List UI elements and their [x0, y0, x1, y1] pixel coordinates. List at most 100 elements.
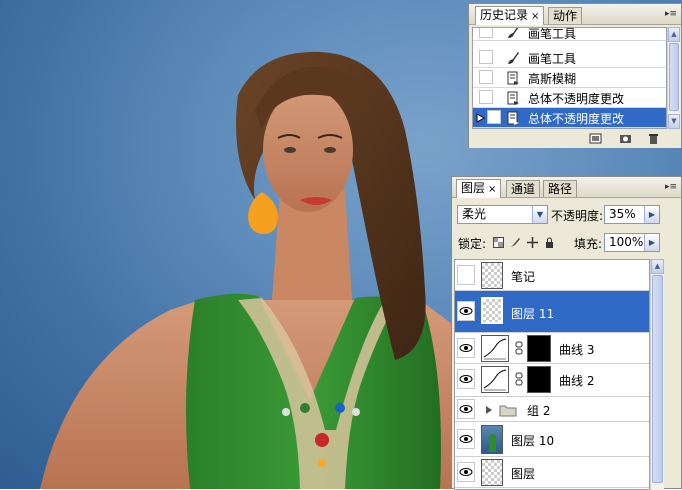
history-source-checkbox[interactable] — [479, 50, 493, 64]
eye-icon — [459, 435, 473, 443]
fill-field[interactable]: 100% ▶ — [604, 233, 660, 252]
layer-row[interactable]: 曲线 3 — [455, 333, 649, 364]
eye-icon — [459, 405, 473, 413]
trash-icon[interactable] — [647, 133, 660, 144]
lock-image-icon[interactable] — [510, 237, 521, 248]
history-item[interactable]: 画笔工具 — [473, 28, 666, 41]
eye-icon — [459, 307, 473, 315]
opacity-field[interactable]: 35% ▶ — [604, 205, 660, 224]
history-scrollbar[interactable]: ▲ ▼ — [667, 27, 680, 129]
layer-name: 曲线 2 — [559, 374, 595, 388]
chevron-down-icon[interactable]: ▼ — [532, 206, 547, 223]
history-tabbar: 历史记录 × 动作 ▸≡ — [469, 4, 681, 25]
layer-name: 图层 11 — [511, 307, 555, 321]
tab-actions[interactable]: 动作 — [548, 7, 583, 24]
scroll-up-icon[interactable]: ▲ — [668, 27, 680, 42]
eye-icon — [459, 468, 473, 476]
lock-position-icon[interactable] — [527, 237, 538, 248]
history-item-label: 总体不透明度更改 — [528, 92, 625, 106]
layer-mask-thumbnail — [527, 366, 551, 393]
layer-name: 图层 — [511, 467, 536, 481]
mask-link-icon[interactable] — [515, 372, 523, 386]
opacity-value: 35% — [609, 207, 636, 221]
lock-transparent-icon[interactable] — [493, 237, 504, 248]
tab-close-icon[interactable]: × — [531, 11, 539, 22]
eye-icon — [459, 375, 473, 383]
fill-label: 填充: — [574, 237, 603, 251]
visibility-toggle[interactable] — [457, 462, 475, 482]
panel-menu-icon[interactable]: ▸≡ — [665, 181, 677, 193]
layer-mask-thumbnail — [527, 335, 551, 362]
tab-channels[interactable]: 通道 — [506, 180, 541, 197]
layers-scrollbar[interactable]: ▲ — [650, 259, 664, 490]
brush-icon — [508, 52, 519, 64]
brush-icon — [508, 28, 519, 38]
history-item[interactable]: 画笔工具 — [473, 48, 666, 68]
chevron-right-icon[interactable]: ▶ — [644, 206, 659, 223]
history-item-label: 高斯模糊 — [528, 72, 577, 86]
opacity-label: 不透明度: — [551, 209, 604, 223]
history-item-label: 总体不透明度更改 — [528, 112, 625, 126]
history-item[interactable]: 高斯模糊 — [473, 68, 666, 88]
history-step-icon — [507, 111, 519, 125]
tab-history-label: 历史记录 — [480, 8, 529, 22]
tab-history[interactable]: 历史记录 × — [475, 6, 545, 25]
history-panel: 历史记录 × 动作 ▸≡ 画笔工具 画笔工具 高斯模糊 总体不透明度更改 总体不… — [468, 3, 682, 148]
tab-layers-label: 图层 — [461, 181, 486, 195]
lock-all-icon[interactable] — [544, 237, 555, 248]
blend-mode-select[interactable]: 柔光 ▼ — [457, 205, 548, 224]
visibility-toggle[interactable] — [457, 301, 475, 321]
tab-close-icon[interactable]: × — [488, 184, 496, 195]
visibility-toggle[interactable] — [457, 265, 475, 285]
visibility-toggle[interactable] — [457, 429, 475, 449]
layer-row[interactable]: 笔记 — [455, 260, 649, 291]
mask-link-icon[interactable] — [515, 341, 523, 355]
visibility-toggle[interactable] — [457, 338, 475, 358]
new-document-from-state-icon[interactable] — [589, 133, 602, 144]
layer-thumbnail — [481, 262, 503, 289]
layer-thumbnail — [481, 459, 503, 486]
layer-row[interactable]: 曲线 2 — [455, 364, 649, 397]
create-snapshot-icon[interactable] — [619, 133, 632, 144]
history-item-selected[interactable]: 总体不透明度更改 — [473, 108, 666, 128]
layer-thumbnail — [481, 425, 503, 454]
chevron-right-icon[interactable]: ▶ — [644, 234, 659, 251]
layer-row[interactable]: 组 2 — [455, 397, 649, 422]
layer-name: 图层 10 — [511, 434, 555, 448]
tab-actions-label: 动作 — [553, 9, 578, 23]
folder-icon — [499, 405, 517, 417]
layer-row[interactable]: 图层 10 — [455, 422, 649, 457]
history-source-checkbox[interactable] — [479, 28, 493, 38]
layer-row-selected[interactable]: 图层 11 — [455, 291, 649, 333]
layer-row[interactable]: 图层 — [455, 457, 649, 488]
layer-thumbnail — [481, 297, 503, 324]
scroll-down-icon[interactable]: ▼ — [668, 114, 680, 129]
tab-layers[interactable]: 图层 × — [456, 179, 502, 198]
layer-name: 组 2 — [527, 404, 551, 418]
expand-triangle-icon[interactable] — [485, 405, 493, 415]
scroll-thumb[interactable] — [669, 43, 679, 111]
curves-adjustment-icon — [481, 366, 509, 393]
history-item-label: 画笔工具 — [528, 52, 577, 66]
history-source-checkbox[interactable] — [487, 110, 501, 124]
layers-list: 笔记 图层 11 曲线 3 曲线 2 组 2 图层 10 图层 — [454, 259, 650, 490]
curves-adjustment-icon — [481, 335, 509, 362]
history-source-checkbox[interactable] — [479, 90, 493, 104]
history-state-marker-icon — [476, 113, 486, 123]
scroll-up-icon[interactable]: ▲ — [651, 259, 664, 274]
history-step-icon — [507, 91, 519, 105]
history-item[interactable]: 总体不透明度更改 — [473, 88, 666, 108]
history-item-label: 画笔工具 — [528, 27, 577, 41]
scroll-thumb[interactable] — [652, 275, 663, 483]
lock-label: 锁定: — [458, 237, 487, 251]
layer-name: 笔记 — [511, 270, 536, 284]
panel-menu-icon[interactable]: ▸≡ — [665, 8, 677, 20]
visibility-toggle[interactable] — [457, 399, 475, 419]
layer-name: 曲线 3 — [559, 343, 595, 357]
history-list: 画笔工具 画笔工具 高斯模糊 总体不透明度更改 总体不透明度更改 — [472, 27, 667, 129]
fill-value: 100% — [609, 235, 644, 249]
tab-paths[interactable]: 路径 — [543, 180, 578, 197]
eye-icon — [459, 344, 473, 352]
visibility-toggle[interactable] — [457, 369, 475, 389]
history-source-checkbox[interactable] — [479, 70, 493, 84]
